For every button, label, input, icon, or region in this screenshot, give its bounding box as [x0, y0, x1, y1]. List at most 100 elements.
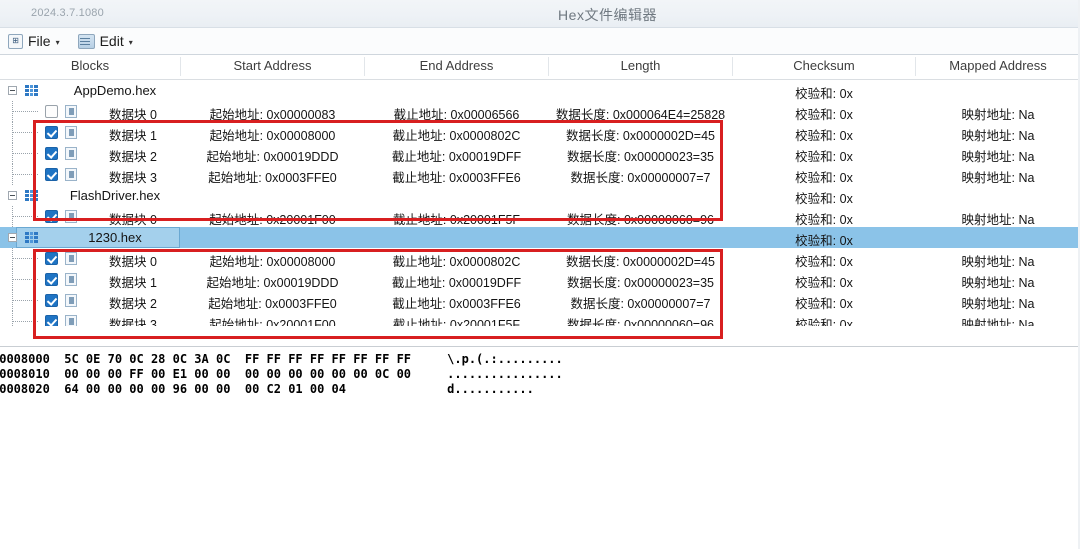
- block-name: 数据块 2: [86, 293, 180, 312]
- chevron-down-icon: ▾: [56, 38, 60, 47]
- edit-icon: [78, 34, 95, 49]
- blocks-tree-grid[interactable]: AppDemo.hex校验和: 0x数据块 0起始地址: 0x00000083截…: [0, 80, 1080, 326]
- block-checkbox[interactable]: [45, 273, 58, 286]
- data-block-icon: [65, 210, 77, 223]
- data-block-icon: [65, 147, 77, 160]
- block-checkbox[interactable]: [45, 315, 58, 326]
- column-header-blocks[interactable]: Blocks: [0, 58, 180, 73]
- block-name: 数据块 3: [86, 314, 180, 326]
- blocks-group-icon: [25, 232, 38, 243]
- data-block-icon: [65, 168, 77, 181]
- cell-mapped-address: 映射地址: Na: [916, 146, 1080, 165]
- cell-mapped-address: 映射地址: Na: [916, 167, 1080, 186]
- block-checkbox[interactable]: [45, 168, 58, 181]
- block-name: 数据块 1: [86, 125, 180, 144]
- cell-end-address: 截止地址: 0x0000802C: [365, 125, 548, 144]
- cell-mapped-address: 映射地址: Na: [916, 272, 1080, 291]
- block-name: 数据块 0: [86, 251, 180, 270]
- tree-block-row[interactable]: 数据块 0起始地址: 0x00000083截止地址: 0x00006566数据长…: [0, 101, 1080, 122]
- blocks-group-icon: [25, 85, 38, 96]
- block-name: 数据块 0: [86, 104, 180, 123]
- column-header-start-address[interactable]: Start Address: [181, 58, 364, 73]
- block-name: 数据块 0: [86, 209, 180, 228]
- cell-checksum: 校验和: 0x: [733, 293, 915, 312]
- column-header-mapped-address[interactable]: Mapped Address: [916, 58, 1080, 73]
- cell-length: 数据长度: 0x00000060=96: [549, 209, 732, 228]
- tree-block-row[interactable]: 数据块 0起始地址: 0x20001F00截止地址: 0x20001F5F数据长…: [0, 206, 1080, 227]
- cell-end-address: 截止地址: 0x0003FFE6: [365, 293, 548, 312]
- tree-group-row[interactable]: FlashDriver.hex校验和: 0x: [0, 185, 1080, 206]
- block-checkbox[interactable]: [45, 294, 58, 307]
- cell-end-address: 截止地址: 0x0000802C: [365, 251, 548, 270]
- cell-end-address: 截止地址: 0x0003FFE6: [365, 167, 548, 186]
- column-header-end-address[interactable]: End Address: [365, 58, 548, 73]
- cell-checksum: 校验和: 0x: [733, 83, 915, 102]
- tree-block-row[interactable]: 数据块 0起始地址: 0x00008000截止地址: 0x0000802C数据长…: [0, 248, 1080, 269]
- tree-block-row[interactable]: 数据块 3起始地址: 0x0003FFE0截止地址: 0x0003FFE6数据长…: [0, 164, 1080, 185]
- block-checkbox[interactable]: [45, 147, 58, 160]
- tree-line-horizontal: [12, 153, 38, 154]
- tree-group-row[interactable]: 1230.hex 校验和: 0x: [0, 227, 1080, 248]
- hex-dump-line[interactable]: 00008010 00 00 00 FF 00 E1 00 00 00 00 0…: [0, 367, 563, 381]
- block-checkbox[interactable]: [45, 252, 58, 265]
- block-checkbox[interactable]: [45, 210, 58, 223]
- data-block-icon: [65, 273, 77, 286]
- cell-mapped-address: 映射地址: Na: [916, 209, 1080, 228]
- cell-length: 数据长度: 0x0000002D=45: [549, 125, 732, 144]
- tree-line-horizontal: [12, 216, 38, 217]
- tree-block-row[interactable]: 数据块 1起始地址: 0x00019DDD截止地址: 0x00019DFF数据长…: [0, 269, 1080, 290]
- block-name: 数据块 2: [86, 146, 180, 165]
- cell-checksum: 校验和: 0x: [733, 209, 915, 228]
- cell-length: 数据长度: 0x00000007=7: [549, 293, 732, 312]
- tree-block-row[interactable]: 数据块 2起始地址: 0x00019DDD截止地址: 0x00019DFF数据长…: [0, 143, 1080, 164]
- expander-collapse-icon[interactable]: [8, 86, 17, 95]
- tree-line-horizontal: [12, 300, 38, 301]
- tree-block-row[interactable]: 数据块 3起始地址: 0x20001F00截止地址: 0x20001F5F数据长…: [0, 311, 1080, 326]
- cell-mapped-address: 映射地址: Na: [916, 251, 1080, 270]
- app-title: Hex文件编辑器: [0, 5, 1080, 25]
- blocks-group-icon: [25, 190, 38, 201]
- cell-checksum: 校验和: 0x: [733, 125, 915, 144]
- menu-file-label: File: [28, 33, 51, 49]
- tree-block-row[interactable]: 数据块 1起始地址: 0x00008000截止地址: 0x0000802C数据长…: [0, 122, 1080, 143]
- data-block-icon: [65, 252, 77, 265]
- cell-mapped-address: 映射地址: Na: [916, 293, 1080, 312]
- cell-length: 数据长度: 0x00000023=35: [549, 146, 732, 165]
- hex-dump-line[interactable]: 00008020 64 00 00 00 00 96 00 00 00 C2 0…: [0, 382, 534, 396]
- block-checkbox[interactable]: [45, 105, 58, 118]
- cell-checksum: 校验和: 0x: [733, 167, 915, 186]
- hex-dump-line[interactable]: 00008000 5C 0E 70 0C 28 0C 3A 0C FF FF F…: [0, 352, 563, 366]
- cell-start-address: 起始地址: 0x00008000: [181, 251, 364, 270]
- cell-checksum: 校验和: 0x: [733, 104, 915, 123]
- tree-line-horizontal: [12, 111, 38, 112]
- cell-start-address: 起始地址: 0x00019DDD: [181, 272, 364, 291]
- cell-end-address: 截止地址: 0x00019DFF: [365, 146, 548, 165]
- cell-checksum: 校验和: 0x: [733, 251, 915, 270]
- hex-dump-pane[interactable]: 00008000 5C 0E 70 0C 28 0C 3A 0C FF FF F…: [0, 346, 1080, 550]
- column-header-length[interactable]: Length: [549, 58, 732, 73]
- tree-block-row[interactable]: 数据块 2起始地址: 0x0003FFE0截止地址: 0x0003FFE6数据长…: [0, 290, 1080, 311]
- cell-length: 数据长度: 0x00000007=7: [549, 167, 732, 186]
- data-block-icon: [65, 315, 77, 326]
- tree-group-row[interactable]: AppDemo.hex 校验和: 0x: [0, 80, 1080, 101]
- cell-mapped-address: 映射地址: Na: [916, 314, 1080, 326]
- cell-checksum: 校验和: 0x: [733, 230, 915, 249]
- cell-start-address: 起始地址: 0x20001F00: [181, 209, 364, 228]
- block-checkbox[interactable]: [45, 126, 58, 139]
- expander-collapse-icon[interactable]: [8, 191, 17, 200]
- cell-checksum: 校验和: 0x: [733, 272, 915, 291]
- cell-start-address: 起始地址: 0x0003FFE0: [181, 167, 364, 186]
- cell-length: 数据长度: 0x0000002D=45: [549, 251, 732, 270]
- cell-start-address: 起始地址: 0x00000083: [181, 104, 364, 123]
- title-bar: 2024.3.7.1080 Hex文件编辑器: [0, 0, 1080, 28]
- menu-edit[interactable]: Edit ▾: [76, 32, 135, 50]
- tree-line-horizontal: [12, 279, 38, 280]
- expander-collapse-icon[interactable]: [8, 233, 17, 242]
- menu-file[interactable]: ⊞ File ▾: [6, 32, 62, 50]
- group-file-name: AppDemo.hex: [50, 83, 180, 98]
- column-header-checksum[interactable]: Checksum: [733, 58, 915, 73]
- data-block-icon: [65, 294, 77, 307]
- block-name: 数据块 3: [86, 167, 180, 186]
- group-file-name: 1230.hex: [50, 230, 180, 245]
- cell-mapped-address: 映射地址: Na: [916, 104, 1080, 123]
